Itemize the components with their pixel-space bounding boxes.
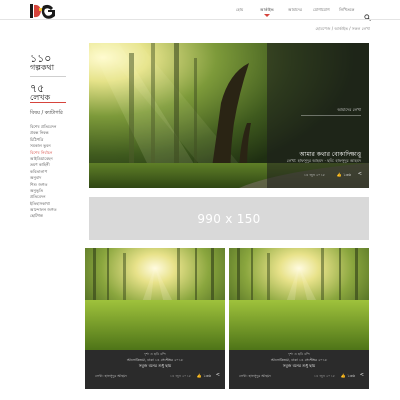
brand-logo[interactable] (30, 2, 56, 20)
share-icon[interactable]: < (216, 372, 220, 378)
stories-rule (30, 76, 66, 77)
category-filter-title: বিষয় / ক্যাটাগরি (30, 110, 63, 116)
breadcrumb: হোমপেজ / আর্কাইভ / সকল লেখা (315, 26, 370, 31)
thumbs-up-icon: 👍 (196, 373, 202, 378)
share-icon[interactable]: < (360, 372, 364, 378)
category-list: বিশেষ প্রতিবেদন প্রবন্ধ নিবন্ধ চিঠিপত্রি… (30, 124, 56, 220)
featured-like-button[interactable]: 👍 ১৩৬ (337, 172, 351, 179)
card-like-button[interactable]: 👍 ১৩৬ (197, 373, 211, 380)
featured-like-count: ১৩৬ (343, 172, 351, 177)
card-author: লেখা: হাফসুদুর আহমদ (239, 374, 271, 378)
nav-home[interactable]: হোম (236, 7, 243, 14)
card-image (85, 248, 225, 350)
card-like-count: ১৩৬ (347, 373, 355, 378)
featured-author: লেখা: হাফসুদুর আহমদ · ছবি: হাফসুদুর আহমদ (286, 158, 361, 163)
featured-article[interactable]: আমাদের লেখা আমার কথার বোকাদিক্ষাত্তু লেখ… (89, 43, 369, 188)
thumbs-up-icon: 👍 (340, 373, 346, 378)
card-title[interactable]: সবুজ বনের শুধু ছায় (85, 363, 225, 370)
nav-about[interactable]: আমাদের (288, 7, 302, 14)
nav-archive[interactable]: আর্কাইভ (260, 7, 274, 14)
card-title[interactable]: সবুজ বনের শুধু ছায় (229, 363, 369, 370)
card-image (229, 248, 369, 350)
card-date: ১৪ জুন ২০১৮ (169, 374, 191, 378)
search-icon[interactable] (364, 6, 371, 21)
card-like-count: ১৩৬ (203, 373, 211, 378)
share-icon[interactable]: < (358, 171, 362, 177)
featured-date: ১৪ জুন ২০১৮ (303, 173, 325, 177)
stories-label: গল্পকথা (30, 63, 55, 72)
writers-label: লেখক (30, 93, 51, 102)
ad-placeholder: 990 x 150 (89, 197, 369, 240)
card-like-button[interactable]: 👍 ১৩৬ (341, 373, 355, 380)
featured-category[interactable]: আমাদের লেখা (337, 107, 361, 114)
nav-writers[interactable]: লিখিতকে (339, 7, 354, 14)
header-divider (0, 19, 400, 20)
article-card[interactable]: দৃশ্য ও ছবি বন্দি আলোকিতয়া, ঢাকা ১৪ সেপ… (229, 248, 369, 389)
card-date: ১৪ জুন ২০১৮ (313, 374, 335, 378)
category-item[interactable]: ছোটগল্প (30, 213, 56, 219)
nav-active-indicator (264, 14, 270, 17)
writers-rule (30, 102, 66, 103)
nav-contact[interactable]: যোগাযোগ (313, 7, 330, 14)
ad-size-label: 990 x 150 (197, 211, 261, 226)
featured-category-rule (301, 115, 361, 116)
card-author: লেখা: হাফসুদুর আহমদ (95, 374, 127, 378)
thumbs-up-icon: 👍 (336, 172, 342, 177)
article-card[interactable]: দৃশ্য ও ছবি বন্দি আলোকিতয়া, ঢাকা ১৪ সেপ… (85, 248, 225, 389)
